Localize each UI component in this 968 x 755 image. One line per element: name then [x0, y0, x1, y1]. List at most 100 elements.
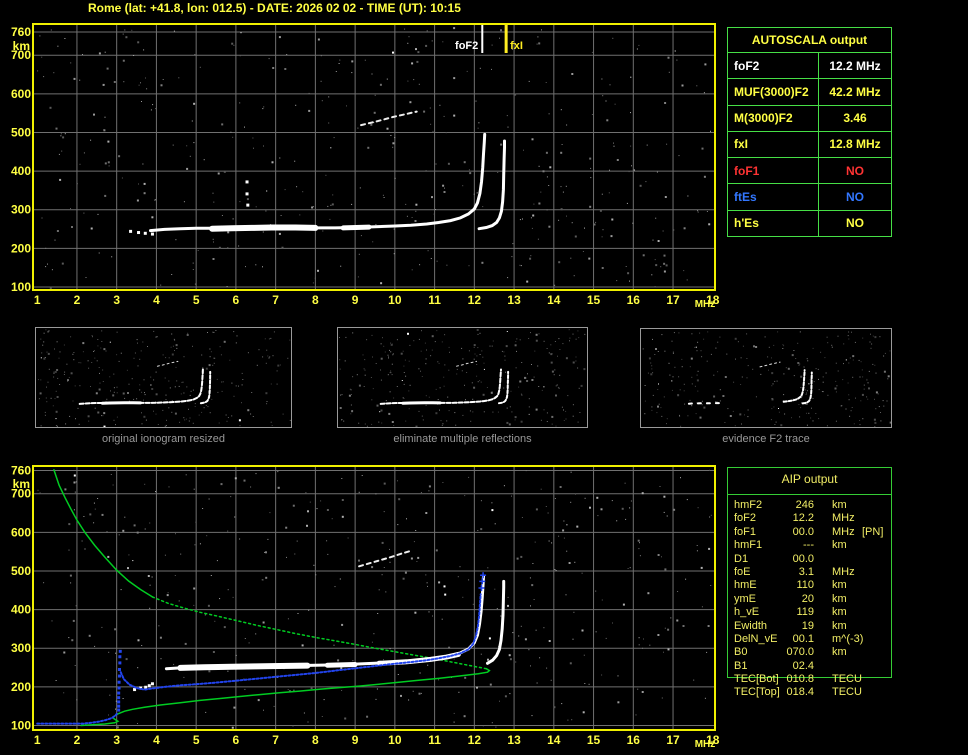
autoscala-row-label: fxI: [728, 131, 819, 158]
axis-tick-label: 600: [11, 525, 31, 539]
axis-tick-label: 4: [153, 733, 160, 747]
aip-row-unit: km: [832, 499, 847, 511]
aip-row-label: Ewidth: [734, 619, 768, 632]
axis-tick-label: 12: [468, 733, 482, 747]
aip-row-unit: km: [832, 539, 847, 552]
axis-tick-label: 15: [587, 293, 601, 307]
plot-grid: [34, 25, 714, 289]
aip-row-value: 018.4: [786, 686, 814, 699]
aip-row-label: hmF2: [734, 499, 763, 511]
aip-row-value: 20: [801, 592, 814, 605]
axis-tick-label: 11: [428, 293, 441, 307]
thumbnail-original-ionogram: [35, 327, 292, 428]
aip-row-value: 12.2: [792, 512, 814, 525]
axis-tick-label: 10: [388, 293, 402, 307]
autoscala-row-value: NO: [846, 163, 864, 178]
axis-tick-label: 100: [11, 719, 31, 733]
axis-tick-label: 10: [388, 733, 402, 747]
axis-tick-label: MHz: [695, 739, 716, 750]
thumbnail-caption-original: original ionogram resized: [102, 433, 225, 445]
axis-tick-label: 2: [74, 293, 81, 307]
aip-row-label: foF2: [734, 512, 757, 525]
aip-row-value: ---: [803, 539, 814, 552]
critical-frequency-marker-label: foF2: [455, 40, 478, 52]
axis-tick-label: 200: [11, 680, 31, 694]
aip-row: hmF1 --- km: [728, 539, 893, 552]
axis-tick-label: 7: [272, 733, 279, 747]
aip-output-table: AIP output hmF2 246 km foF2 12.2 MHz foF1 00.0 M…: [727, 467, 892, 698]
axis-tick-label: 500: [11, 564, 31, 578]
aip-row: ymE 20 km: [728, 593, 893, 606]
axis-tick-label: 8: [312, 733, 319, 747]
aip-row-unit: MHz: [832, 512, 855, 525]
aip-row-value: 00.0: [792, 525, 814, 538]
axis-tick-label: 400: [11, 603, 31, 617]
thumbnail-ionogram-image: [339, 329, 586, 427]
autoscala-row: h'Es NO: [728, 209, 891, 236]
aip-row-value: 02.4: [792, 659, 814, 672]
aip-row-label: ymE: [734, 592, 756, 605]
aip-row: D1 00.0: [728, 553, 893, 566]
aip-row-value: 010.8: [786, 673, 814, 686]
aip-row-label: B0: [734, 646, 748, 659]
top-ionogram: 1 2 3 4 5 6 7 8 9 10 11 12 13 14 15 16 17 18MHz7607006005…: [11, 23, 720, 310]
axis-tick-label: 11: [428, 733, 441, 747]
aip-row: B1 02.4: [728, 660, 893, 673]
aip-row: Ewidth 19 km: [728, 620, 893, 633]
aip-row-value: 00.1: [792, 632, 814, 645]
autoscala-row: foF2 12.2 MHz: [728, 52, 891, 79]
thumbnail-ionogram-image: [642, 331, 891, 427]
aip-row: hmE 110 km: [728, 579, 893, 592]
thumbnail-ionogram-image: [38, 329, 291, 427]
aip-row-value: 070.0: [786, 646, 814, 659]
aip-table-rows: hmF2 246 km foF2 12.2 MHz foF1 00.0 MHz [PN] hmF1 -…: [728, 499, 893, 700]
aip-row-value: 246: [795, 499, 814, 511]
aip-row-value: 00.0: [792, 552, 814, 565]
aip-header-divider: [728, 494, 891, 495]
axis-tick-label: 6: [233, 293, 240, 307]
axis-tick-label: 5: [193, 293, 200, 307]
axis-tick-label: 13: [507, 293, 521, 307]
autoscala-row-label: ftEs: [728, 184, 819, 210]
aip-row: foF2 12.2 MHz: [728, 512, 893, 525]
autoscala-row-value: NO: [846, 216, 864, 231]
axis-tick-label: 100: [11, 280, 31, 294]
axis-tick-label: 3: [113, 733, 120, 747]
axis-tick-label: 17: [666, 733, 680, 747]
aip-row: foE 3.1 MHz: [728, 566, 893, 579]
aip-row: TEC[Bot] 010.8 TECU: [728, 673, 893, 686]
autoscala-row: ftEs NO: [728, 183, 891, 210]
axis-tick-label: 760: [11, 464, 31, 478]
axis-tick-label: 9: [352, 293, 359, 307]
axis-tick-label: km: [13, 477, 30, 491]
autoscala-row-label: foF1: [728, 158, 819, 184]
aip-row-value: 110: [796, 579, 814, 592]
aip-row: DelN_vE 00.1 m^(-3): [728, 633, 893, 646]
axis-tick-label: 9: [352, 733, 359, 747]
axis-tick-label: 760: [11, 25, 31, 39]
autoscala-row-value: NO: [846, 190, 864, 205]
axis-tick-label: 7: [272, 293, 279, 307]
aip-row-unit: km: [832, 579, 847, 592]
aip-row-unit: TECU: [832, 673, 862, 686]
aip-row: B0 070.0 km: [728, 646, 893, 659]
axis-tick-label: 15: [587, 733, 601, 747]
autoscala-table-rows: foF2 12.2 MHz MUF(3000)F2 42.2 MHz M(3000)F2…: [728, 52, 891, 236]
aip-row-unit: m^(-3): [832, 632, 864, 645]
aip-row-unit: km: [832, 606, 847, 619]
axis-tick-label: 16: [627, 293, 641, 307]
axis-tick-label: 300: [11, 203, 31, 217]
aip-row-label: h_vE: [734, 606, 760, 619]
aip-row-unit: km: [832, 619, 847, 632]
autoscala-output-table: AUTOSCALA output foF2 12.2 MHz MUF(3000)F2…: [727, 27, 892, 237]
thumbnail-evidence-f2-trace: [640, 328, 892, 428]
autoscala-row: foF1 NO: [728, 157, 891, 184]
axis-tick-label: 14: [547, 293, 561, 307]
axis-tick-label: MHz: [695, 299, 716, 310]
aip-row-label: hmF1: [734, 539, 763, 552]
thumbnail-caption-filtered: eliminate multiple reflections: [393, 433, 532, 445]
axis-tick-label: 1: [34, 293, 41, 307]
axis-tick-label: 6: [233, 733, 240, 747]
aip-table-header: AIP output: [781, 471, 838, 486]
axis-tick-label: 5: [193, 733, 200, 747]
